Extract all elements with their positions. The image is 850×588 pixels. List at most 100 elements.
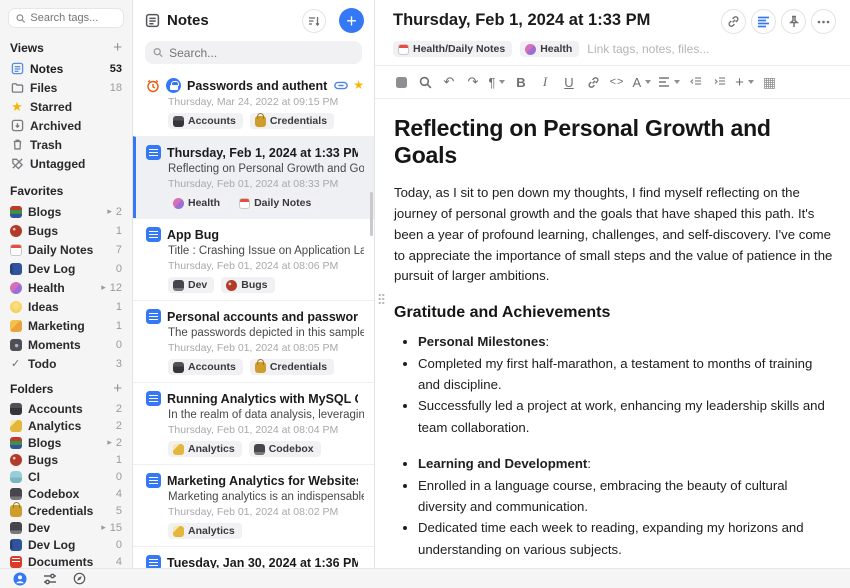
sidebar-item[interactable]: Blogs ▸ 2 — [8, 434, 124, 451]
format-icon[interactable] — [389, 71, 413, 93]
insert-icon[interactable]: + — [732, 71, 758, 93]
sidebar-item-archived[interactable]: Archived — [8, 116, 124, 135]
editor-paragraph: Today, as I sit to pen down my thoughts,… — [394, 183, 834, 287]
note-tags: Analytics Codebox — [168, 441, 364, 457]
notes-search-input[interactable] — [145, 41, 362, 64]
redo-icon[interactable]: ↷ — [461, 71, 485, 93]
appearance-button[interactable] — [72, 571, 87, 586]
sidebar-item[interactable]: Dev Log 0 — [8, 259, 124, 278]
add-folder-button[interactable]: + — [113, 384, 122, 394]
tag-emoji-icon — [10, 320, 22, 332]
sidebar-item[interactable]: Marketing 1 — [8, 316, 124, 335]
tag-chip[interactable]: Health — [168, 195, 227, 211]
sidebar-item[interactable]: Moments 0 — [8, 335, 124, 354]
sidebar-item[interactable]: Analytics 2 — [8, 417, 124, 434]
undo-icon[interactable]: ↶ — [437, 71, 461, 93]
indent-icon[interactable] — [708, 71, 732, 93]
sidebar-item[interactable]: Bugs 1 — [8, 451, 124, 468]
note-list-item[interactable]: Thursday, Feb 1, 2024 at 1:33 PM Reflect… — [133, 136, 374, 218]
sidebar-item[interactable]: Blogs ▸ 2 — [8, 202, 124, 221]
editor-content[interactable]: Reflecting on Personal Growth and GoalsT… — [375, 99, 850, 568]
chevron-right-icon[interactable]: ▸ — [107, 206, 112, 217]
sidebar-item[interactable]: Todo 3 — [8, 354, 124, 373]
code-icon[interactable]: <> — [605, 71, 629, 93]
tag-chip[interactable]: Health — [520, 41, 579, 57]
account-button[interactable] — [12, 571, 27, 586]
note-list-item[interactable]: App Bug Title : Crashing Issue on Applic… — [133, 218, 374, 300]
italic-icon[interactable]: I — [533, 71, 557, 93]
note-preview: Title : Crashing Issue on Application La… — [168, 245, 364, 257]
text-color-icon[interactable]: A — [629, 71, 655, 93]
search-icon[interactable] — [413, 71, 437, 93]
sidebar-item[interactable]: CI 0 — [8, 468, 124, 485]
tag-chip[interactable]: Analytics — [168, 441, 242, 457]
sidebar-item-untagged[interactable]: Untagged — [8, 154, 124, 173]
tag-chip[interactable]: Accounts — [168, 113, 243, 129]
sidebar-item[interactable]: Bugs 1 — [8, 221, 124, 240]
editor-bullet-item: Learning and Development: — [418, 453, 834, 474]
toc-button[interactable] — [751, 9, 776, 34]
archive-icon — [10, 119, 24, 133]
tag-chip[interactable]: Health/Daily Notes — [393, 41, 512, 57]
bold-icon[interactable]: B — [509, 71, 533, 93]
note-list-item[interactable]: Running Analytics with MySQL Queries In … — [133, 382, 374, 464]
add-note-button[interactable]: + — [339, 8, 364, 33]
sidebar-item-notes[interactable]: Notes 53 — [8, 59, 124, 78]
sidebar-item[interactable]: Documents 4 — [8, 553, 124, 568]
editor-bullet-item: Dedicated time each week to reading, exp… — [418, 517, 834, 560]
add-view-button[interactable]: + — [113, 43, 122, 53]
sidebar-item[interactable]: Accounts 2 — [8, 400, 124, 417]
preferences-button[interactable] — [42, 571, 57, 586]
tag-emoji-icon — [173, 198, 184, 209]
note-editor-title[interactable]: Thursday, Feb 1, 2024 at 1:33 PM — [393, 9, 721, 30]
note-tags: Accounts Credentials — [168, 113, 364, 129]
note-list-item[interactable]: Marketing Analytics for Websites Marketi… — [133, 464, 374, 546]
underline-icon[interactable]: U — [557, 71, 581, 93]
table-icon[interactable]: ▦ — [757, 71, 781, 93]
notes-search-field[interactable] — [169, 46, 354, 60]
tag-emoji-icon — [10, 263, 22, 275]
sidebar-item-trash[interactable]: Trash — [8, 135, 124, 154]
link-icon[interactable] — [581, 71, 605, 93]
note-list-item[interactable]: Passwords and authenticator ★ Thursday, … — [133, 70, 374, 136]
tag-chip[interactable]: Codebox — [249, 441, 321, 457]
chevron-right-icon[interactable]: ▸ — [101, 522, 106, 533]
paragraph-style-icon[interactable]: ¶ — [485, 71, 509, 93]
tag-chip[interactable]: Analytics — [168, 523, 242, 539]
tag-search-field[interactable] — [30, 12, 116, 24]
link-note-button[interactable] — [721, 9, 746, 34]
tag-chip[interactable]: Accounts — [168, 359, 243, 375]
tag-chip[interactable]: Bugs — [221, 277, 274, 293]
folder-emoji-icon — [10, 556, 22, 568]
sidebar-item[interactable]: Codebox 4 — [8, 485, 124, 502]
sidebar-item[interactable]: Health ▸ 12 — [8, 278, 124, 297]
more-options-button[interactable] — [811, 9, 836, 34]
note-list-item[interactable]: Tuesday, Jan 30, 2024 at 1:36 PM I've co… — [133, 546, 374, 568]
chevron-right-icon[interactable]: ▸ — [101, 282, 106, 293]
tag-chip[interactable]: Credentials — [250, 113, 334, 129]
outdent-icon[interactable] — [684, 71, 708, 93]
tag-chip[interactable]: Dev — [168, 277, 214, 293]
link-tags-placeholder[interactable]: Link tags, notes, files... — [587, 42, 709, 56]
align-icon[interactable] — [655, 71, 684, 93]
note-title: Personal accounts and passwords — [167, 310, 358, 324]
pin-note-button[interactable] — [781, 9, 806, 34]
tag-chip[interactable]: Daily Notes — [234, 195, 318, 211]
tag-chip[interactable]: Credentials — [250, 359, 334, 375]
sidebar-item[interactable]: Daily Notes 7 — [8, 240, 124, 259]
sidebar-item-starred[interactable]: ★ Starred — [8, 97, 124, 116]
sidebar-item[interactable]: Dev Log 0 — [8, 536, 124, 553]
chevron-right-icon[interactable]: ▸ — [107, 437, 112, 448]
sidebar-item[interactable]: Credentials 5 — [8, 502, 124, 519]
sort-button[interactable] — [302, 9, 326, 33]
tag-search-input[interactable] — [8, 8, 124, 28]
sidebar-item-files[interactable]: Files 18 — [8, 78, 124, 97]
note-date: Thursday, Feb 01, 2024 at 08:05 PM — [168, 342, 364, 354]
folder-emoji-icon — [10, 488, 22, 500]
sidebar-item[interactable]: Ideas 1 — [8, 297, 124, 316]
sidebar-item[interactable]: Dev ▸ 15 — [8, 519, 124, 536]
note-list-item[interactable]: Personal accounts and passwords The pass… — [133, 300, 374, 382]
panel-title: Notes — [167, 12, 295, 29]
notes-scrollbar-thumb[interactable] — [370, 192, 373, 236]
drag-handle-icon[interactable] — [378, 293, 385, 304]
